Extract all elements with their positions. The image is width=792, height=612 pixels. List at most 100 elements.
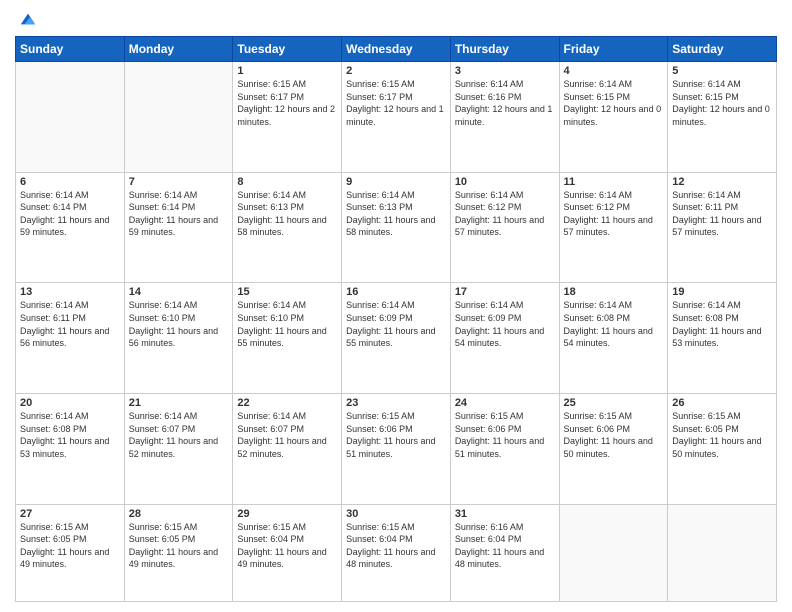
day-number: 14 <box>129 286 229 298</box>
day-number: 4 <box>564 65 664 77</box>
calendar-cell: 16Sunrise: 6:14 AM Sunset: 6:09 PM Dayli… <box>342 283 451 394</box>
day-info: Sunrise: 6:14 AM Sunset: 6:08 PM Dayligh… <box>564 299 664 349</box>
calendar-cell: 21Sunrise: 6:14 AM Sunset: 6:07 PM Dayli… <box>124 393 233 504</box>
day-number: 1 <box>237 65 337 77</box>
day-info: Sunrise: 6:15 AM Sunset: 6:06 PM Dayligh… <box>564 410 664 460</box>
calendar-cell: 27Sunrise: 6:15 AM Sunset: 6:05 PM Dayli… <box>16 504 125 601</box>
day-number: 12 <box>672 176 772 188</box>
header <box>15 10 777 28</box>
calendar-cell: 19Sunrise: 6:14 AM Sunset: 6:08 PM Dayli… <box>668 283 777 394</box>
day-info: Sunrise: 6:15 AM Sunset: 6:17 PM Dayligh… <box>346 78 446 128</box>
day-number: 19 <box>672 286 772 298</box>
calendar-cell: 15Sunrise: 6:14 AM Sunset: 6:10 PM Dayli… <box>233 283 342 394</box>
day-number: 21 <box>129 397 229 409</box>
day-info: Sunrise: 6:14 AM Sunset: 6:16 PM Dayligh… <box>455 78 555 128</box>
calendar-cell: 11Sunrise: 6:14 AM Sunset: 6:12 PM Dayli… <box>559 172 668 283</box>
day-number: 11 <box>564 176 664 188</box>
day-number: 23 <box>346 397 446 409</box>
calendar-cell: 6Sunrise: 6:14 AM Sunset: 6:14 PM Daylig… <box>16 172 125 283</box>
day-info: Sunrise: 6:14 AM Sunset: 6:14 PM Dayligh… <box>20 189 120 239</box>
day-info: Sunrise: 6:14 AM Sunset: 6:10 PM Dayligh… <box>237 299 337 349</box>
day-info: Sunrise: 6:14 AM Sunset: 6:12 PM Dayligh… <box>564 189 664 239</box>
day-number: 8 <box>237 176 337 188</box>
day-number: 3 <box>455 65 555 77</box>
day-number: 26 <box>672 397 772 409</box>
calendar-cell: 10Sunrise: 6:14 AM Sunset: 6:12 PM Dayli… <box>450 172 559 283</box>
day-info: Sunrise: 6:15 AM Sunset: 6:05 PM Dayligh… <box>672 410 772 460</box>
weekday-header-tuesday: Tuesday <box>233 37 342 62</box>
day-number: 20 <box>20 397 120 409</box>
day-info: Sunrise: 6:14 AM Sunset: 6:08 PM Dayligh… <box>672 299 772 349</box>
weekday-header-saturday: Saturday <box>668 37 777 62</box>
calendar-cell: 22Sunrise: 6:14 AM Sunset: 6:07 PM Dayli… <box>233 393 342 504</box>
day-info: Sunrise: 6:14 AM Sunset: 6:13 PM Dayligh… <box>237 189 337 239</box>
day-info: Sunrise: 6:14 AM Sunset: 6:10 PM Dayligh… <box>129 299 229 349</box>
day-info: Sunrise: 6:14 AM Sunset: 6:12 PM Dayligh… <box>455 189 555 239</box>
day-number: 27 <box>20 508 120 520</box>
calendar-cell <box>559 504 668 601</box>
calendar-cell: 28Sunrise: 6:15 AM Sunset: 6:05 PM Dayli… <box>124 504 233 601</box>
calendar-cell: 23Sunrise: 6:15 AM Sunset: 6:06 PM Dayli… <box>342 393 451 504</box>
day-info: Sunrise: 6:14 AM Sunset: 6:08 PM Dayligh… <box>20 410 120 460</box>
day-number: 24 <box>455 397 555 409</box>
day-info: Sunrise: 6:14 AM Sunset: 6:13 PM Dayligh… <box>346 189 446 239</box>
calendar-cell: 17Sunrise: 6:14 AM Sunset: 6:09 PM Dayli… <box>450 283 559 394</box>
day-info: Sunrise: 6:15 AM Sunset: 6:05 PM Dayligh… <box>20 521 120 571</box>
calendar-cell: 24Sunrise: 6:15 AM Sunset: 6:06 PM Dayli… <box>450 393 559 504</box>
logo <box>15 10 37 28</box>
calendar-cell: 30Sunrise: 6:15 AM Sunset: 6:04 PM Dayli… <box>342 504 451 601</box>
day-info: Sunrise: 6:15 AM Sunset: 6:06 PM Dayligh… <box>455 410 555 460</box>
day-number: 29 <box>237 508 337 520</box>
calendar-cell: 1Sunrise: 6:15 AM Sunset: 6:17 PM Daylig… <box>233 62 342 173</box>
calendar-cell: 4Sunrise: 6:14 AM Sunset: 6:15 PM Daylig… <box>559 62 668 173</box>
calendar-cell: 14Sunrise: 6:14 AM Sunset: 6:10 PM Dayli… <box>124 283 233 394</box>
calendar-cell: 2Sunrise: 6:15 AM Sunset: 6:17 PM Daylig… <box>342 62 451 173</box>
day-number: 6 <box>20 176 120 188</box>
day-info: Sunrise: 6:14 AM Sunset: 6:09 PM Dayligh… <box>455 299 555 349</box>
day-number: 30 <box>346 508 446 520</box>
day-info: Sunrise: 6:14 AM Sunset: 6:14 PM Dayligh… <box>129 189 229 239</box>
day-info: Sunrise: 6:15 AM Sunset: 6:17 PM Dayligh… <box>237 78 337 128</box>
calendar-cell: 9Sunrise: 6:14 AM Sunset: 6:13 PM Daylig… <box>342 172 451 283</box>
calendar-cell: 31Sunrise: 6:16 AM Sunset: 6:04 PM Dayli… <box>450 504 559 601</box>
page: SundayMondayTuesdayWednesdayThursdayFrid… <box>0 0 792 612</box>
calendar-table: SundayMondayTuesdayWednesdayThursdayFrid… <box>15 36 777 602</box>
day-info: Sunrise: 6:14 AM Sunset: 6:09 PM Dayligh… <box>346 299 446 349</box>
calendar-cell: 3Sunrise: 6:14 AM Sunset: 6:16 PM Daylig… <box>450 62 559 173</box>
day-info: Sunrise: 6:14 AM Sunset: 6:11 PM Dayligh… <box>672 189 772 239</box>
week-row-4: 20Sunrise: 6:14 AM Sunset: 6:08 PM Dayli… <box>16 393 777 504</box>
calendar-cell <box>668 504 777 601</box>
calendar-cell: 20Sunrise: 6:14 AM Sunset: 6:08 PM Dayli… <box>16 393 125 504</box>
day-info: Sunrise: 6:14 AM Sunset: 6:11 PM Dayligh… <box>20 299 120 349</box>
day-number: 18 <box>564 286 664 298</box>
week-row-2: 6Sunrise: 6:14 AM Sunset: 6:14 PM Daylig… <box>16 172 777 283</box>
day-number: 9 <box>346 176 446 188</box>
calendar-cell: 29Sunrise: 6:15 AM Sunset: 6:04 PM Dayli… <box>233 504 342 601</box>
day-number: 13 <box>20 286 120 298</box>
day-number: 22 <box>237 397 337 409</box>
day-info: Sunrise: 6:15 AM Sunset: 6:05 PM Dayligh… <box>129 521 229 571</box>
day-number: 17 <box>455 286 555 298</box>
day-info: Sunrise: 6:16 AM Sunset: 6:04 PM Dayligh… <box>455 521 555 571</box>
weekday-header-wednesday: Wednesday <box>342 37 451 62</box>
day-number: 5 <box>672 65 772 77</box>
calendar-cell: 26Sunrise: 6:15 AM Sunset: 6:05 PM Dayli… <box>668 393 777 504</box>
calendar-cell: 25Sunrise: 6:15 AM Sunset: 6:06 PM Dayli… <box>559 393 668 504</box>
weekday-header-sunday: Sunday <box>16 37 125 62</box>
calendar-cell: 5Sunrise: 6:14 AM Sunset: 6:15 PM Daylig… <box>668 62 777 173</box>
day-info: Sunrise: 6:14 AM Sunset: 6:15 PM Dayligh… <box>672 78 772 128</box>
calendar-cell: 7Sunrise: 6:14 AM Sunset: 6:14 PM Daylig… <box>124 172 233 283</box>
calendar-cell: 8Sunrise: 6:14 AM Sunset: 6:13 PM Daylig… <box>233 172 342 283</box>
calendar-cell <box>16 62 125 173</box>
logo-icon <box>19 10 37 28</box>
day-number: 31 <box>455 508 555 520</box>
weekday-header-thursday: Thursday <box>450 37 559 62</box>
calendar-cell: 13Sunrise: 6:14 AM Sunset: 6:11 PM Dayli… <box>16 283 125 394</box>
day-number: 2 <box>346 65 446 77</box>
day-number: 28 <box>129 508 229 520</box>
day-number: 10 <box>455 176 555 188</box>
weekday-header-friday: Friday <box>559 37 668 62</box>
calendar-cell: 18Sunrise: 6:14 AM Sunset: 6:08 PM Dayli… <box>559 283 668 394</box>
day-info: Sunrise: 6:14 AM Sunset: 6:15 PM Dayligh… <box>564 78 664 128</box>
day-info: Sunrise: 6:14 AM Sunset: 6:07 PM Dayligh… <box>237 410 337 460</box>
